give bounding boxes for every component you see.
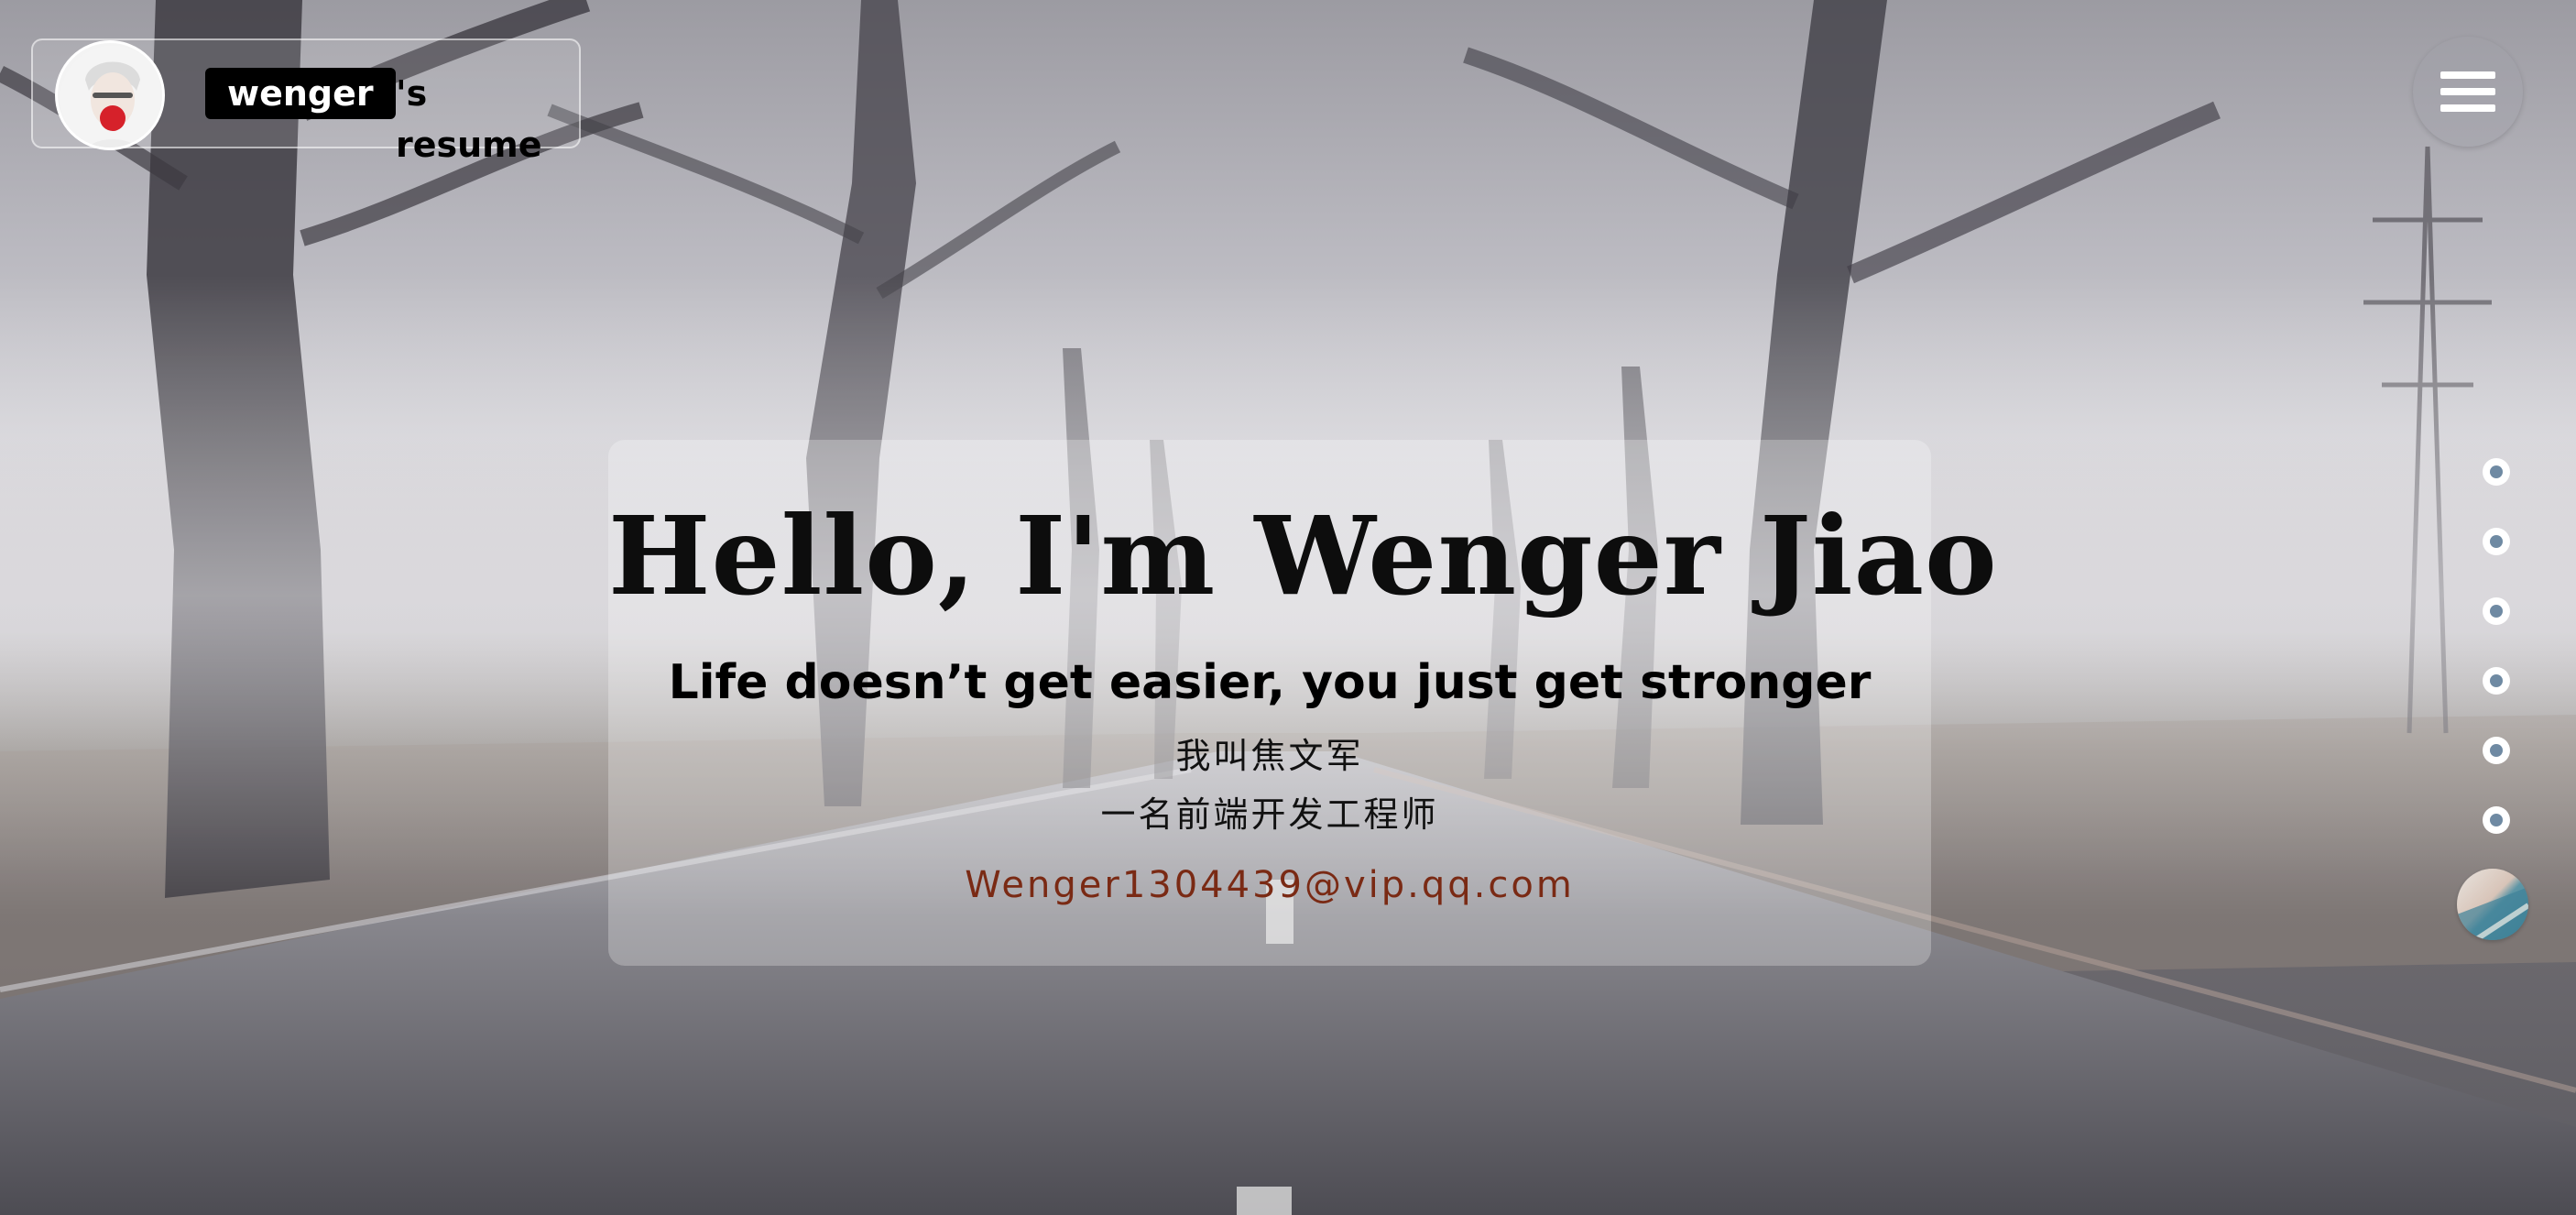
section-dot-6[interactable] — [2483, 806, 2510, 834]
menu-button[interactable] — [2413, 37, 2523, 147]
hero-subtitle: Life doesn’t get easier, you just get st… — [668, 655, 1872, 710]
section-dot-1[interactable] — [2483, 458, 2510, 486]
brand-suffix: 's resume — [396, 73, 542, 165]
section-dot-2[interactable] — [2483, 528, 2510, 555]
section-nav — [2483, 458, 2510, 843]
hero-card: Hello, I'm Wenger Jiao Life doesn’t get … — [608, 440, 1998, 966]
brand-header[interactable]: wenger 's resume — [31, 38, 581, 165]
section-dot-5[interactable] — [2483, 737, 2510, 764]
resume-page: wenger 's resume Hello, I'm Wenger Jiao … — [0, 0, 2576, 1215]
hero-title: Hello, I'm Wenger Jiao — [608, 492, 1998, 619]
hero-name-cn: 我叫焦文军 — [1175, 736, 1364, 776]
avatar-portrait-icon — [60, 46, 162, 148]
section-dot-4[interactable] — [2483, 667, 2510, 695]
hero-email[interactable]: Wenger1304439@vip.qq.com — [608, 861, 1931, 909]
section-dot-3[interactable] — [2483, 597, 2510, 625]
hero-role-cn: 一名前端开发工程师 — [1100, 794, 1439, 835]
music-player-button[interactable] — [2457, 869, 2528, 940]
brand-name: wenger — [205, 68, 396, 119]
avatar[interactable] — [55, 40, 165, 150]
